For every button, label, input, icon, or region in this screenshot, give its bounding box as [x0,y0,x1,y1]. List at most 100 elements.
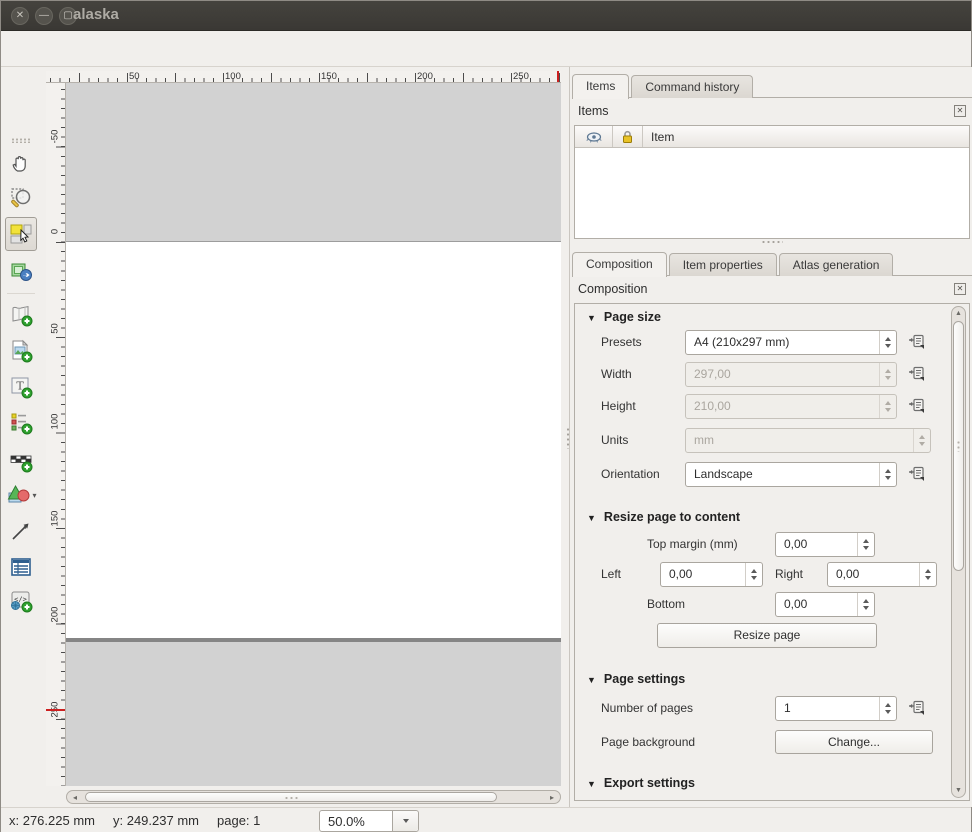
page-background-change-button[interactable]: Change... [775,730,933,754]
item-toolbar: T ▾ </> [1,67,41,807]
horizontal-scrollbar[interactable]: ◂ ▸ [66,790,561,804]
resize-page-button[interactable]: Resize page [657,623,877,648]
spin-arrows-icon[interactable] [745,563,762,586]
composition-page[interactable] [66,241,561,638]
spin-arrows-icon[interactable] [879,697,896,720]
tab-items[interactable]: Items [572,74,629,99]
page-size-group-header[interactable]: ▼Page size [587,310,661,324]
collapse-triangle-icon: ▼ [587,779,596,789]
toolbar-separator [7,293,35,294]
collapse-triangle-icon: ▼ [587,313,596,323]
add-legend-button[interactable] [8,409,34,437]
number-of-pages-spinbox[interactable]: 1 [775,696,897,721]
add-shape-dropdown[interactable]: ▾ [5,481,39,509]
add-shape-icon [7,483,31,507]
cursor-position-marker [46,709,66,711]
add-scalebar-button[interactable] [8,447,34,475]
scroll-down-icon[interactable]: ▼ [955,787,962,794]
combo-arrows-icon[interactable] [879,463,896,486]
left-margin-spinbox[interactable]: 0,00 [660,562,763,587]
add-label-icon: T [9,375,33,399]
add-arrow-button[interactable] [8,517,34,545]
right-margin-label: Right [775,567,803,581]
add-html-button[interactable]: </> [8,587,34,615]
scroll-right-icon[interactable]: ▸ [550,793,554,802]
select-move-icon [8,221,34,247]
bottom-margin-label: Bottom [647,597,685,611]
main-toolbar: 1:1 ▾ ▾ [1,31,971,67]
lock-column-header [613,126,643,147]
composer-canvas-area: 50 100 150 200 250 -50 0 50 100 150 200 … [41,67,569,807]
add-image-icon [9,339,33,363]
tab-item-properties[interactable]: Item properties [669,253,777,276]
tab-atlas-generation[interactable]: Atlas generation [779,253,894,276]
items-table-header: Item [575,126,969,148]
vertical-ruler: -50 0 50 100 150 200 250 [46,83,66,786]
zoom-tool-button[interactable] [8,184,34,212]
presets-combo[interactable]: A4 (210x297 mm) [685,330,897,355]
close-window-icon[interactable]: ✕ [11,7,29,25]
ruler-label: 50 [50,314,61,344]
combo-arrows-icon[interactable] [879,331,896,354]
select-move-item-button[interactable] [5,217,37,251]
cursor-x-readout: x: 276.225 mm [9,813,95,828]
right-dock-panel: Items Command history Items ✕ Item Compo… [569,67,972,807]
add-image-button[interactable] [8,337,34,365]
eye-icon [586,131,602,143]
tab-command-history[interactable]: Command history [631,75,753,98]
add-map-button[interactable] [8,301,34,329]
close-icon[interactable]: ✕ [954,283,966,295]
data-defined-override-button[interactable] [905,462,929,486]
spin-arrows-icon[interactable] [919,563,936,586]
data-defined-override-button[interactable] [905,696,929,720]
composition-dock-tabs: Composition Item properties Atlas genera… [572,248,895,276]
pan-tool-button[interactable] [8,149,34,177]
number-of-pages-label: Number of pages [601,701,693,715]
data-defined-icon [908,333,926,351]
zoom-dropdown-button[interactable] [392,811,418,831]
data-defined-override-button[interactable] [905,362,929,386]
composition-scrollbar[interactable]: ▲ ▼ [951,306,966,798]
scrollbar-thumb[interactable] [953,321,964,571]
dock-splitter[interactable] [761,240,783,245]
composition-viewport[interactable] [66,83,561,786]
horizontal-ruler: 50 100 150 200 250 [46,71,561,83]
ruler-label: 100 [50,407,61,437]
data-defined-override-button[interactable] [905,330,929,354]
add-scalebar-icon [9,449,33,473]
minimize-window-icon[interactable]: — [35,7,53,25]
panel-splitter[interactable] [566,427,571,449]
add-label-button[interactable]: T [8,373,34,401]
presets-label: Presets [601,335,642,349]
scroll-up-icon[interactable]: ▲ [955,310,962,317]
scroll-left-icon[interactable]: ◂ [73,793,77,802]
orientation-label: Orientation [601,467,660,481]
items-table[interactable]: Item [574,125,970,239]
units-label: Units [601,433,628,447]
status-bar: x: 276.225 mm y: 249.237 mm page: 1 50.0… [1,807,971,832]
move-item-content-button[interactable] [8,257,34,285]
ruler-label: 150 [50,504,61,534]
zoom-level-combo[interactable]: 50.0% [319,810,419,832]
orientation-combo[interactable]: Landscape [685,462,897,487]
data-defined-override-button[interactable] [905,394,929,418]
ruler-label: 200 [50,600,61,630]
resize-page-group-header[interactable]: ▼Resize page to content [587,510,740,524]
scrollbar-thumb[interactable] [85,792,497,802]
items-dock-tabs: Items Command history [572,70,755,98]
tab-composition[interactable]: Composition [572,252,667,277]
bottom-margin-spinbox[interactable]: 0,00 [775,592,875,617]
spin-arrows-icon[interactable] [857,593,874,616]
right-margin-spinbox[interactable]: 0,00 [827,562,937,587]
page-settings-group-header[interactable]: ▼Page settings [587,672,685,686]
add-attribute-table-button[interactable] [8,553,34,581]
left-margin-label: Left [601,567,621,581]
export-settings-group-header[interactable]: ▼Export settings [587,776,695,790]
top-margin-spinbox[interactable]: 0,00 [775,532,875,557]
chevron-down-icon: ▾ [32,491,36,500]
close-icon[interactable]: ✕ [954,105,966,117]
data-defined-icon [908,397,926,415]
cursor-position-marker [557,71,559,83]
spin-arrows-icon[interactable] [857,533,874,556]
toolbar-grip[interactable] [11,138,31,143]
